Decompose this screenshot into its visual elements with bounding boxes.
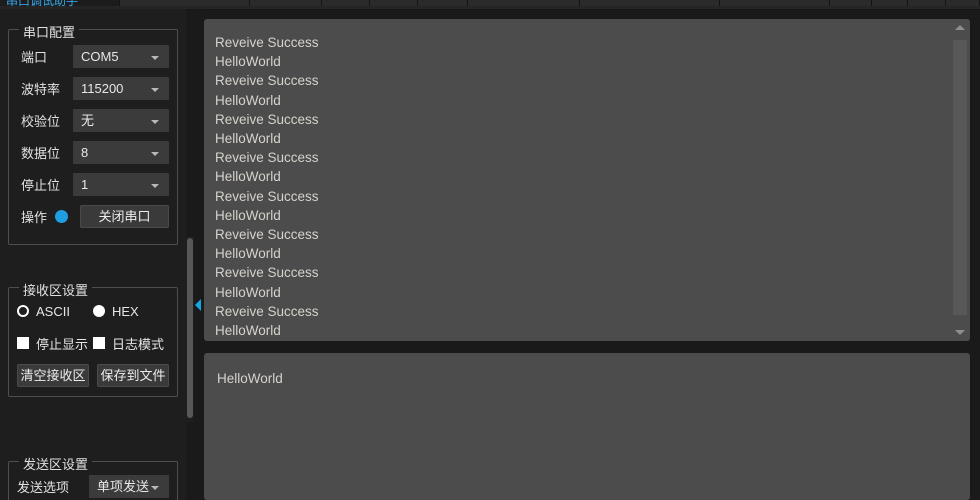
send-option-row: 发送选项 单项发送 <box>17 474 169 498</box>
scroll-down-arrow-icon[interactable] <box>955 330 965 335</box>
baudrate-value: 115200 <box>81 80 124 96</box>
receive-scrollbar[interactable] <box>950 19 970 341</box>
baudrate-label: 波特率 <box>21 81 61 97</box>
sidebar-scrollbar-thumb[interactable] <box>187 238 193 418</box>
receive-settings-title: 接收区设置 <box>19 280 93 299</box>
port-row: 端口 COM5 <box>17 44 169 68</box>
databits-value: 8 <box>81 144 89 160</box>
checkbox-stop-display-label: 停止显示 <box>36 336 89 352</box>
tab-item-3[interactable] <box>250 0 322 6</box>
tab-item-8[interactable] <box>580 0 720 6</box>
scroll-up-arrow-icon[interactable] <box>955 25 965 30</box>
operation-label: 操作 <box>21 209 48 225</box>
receive-settings-group: 接收区设置 ASCII HEX 停止显示 日志模式 清空接收区 保存到文件 <box>8 280 178 397</box>
checkbox-log-mode[interactable]: 日志模式 <box>93 334 169 353</box>
connection-status-indicator-icon <box>55 209 68 223</box>
baudrate-row: 波特率 115200 <box>17 76 169 100</box>
send-option-value: 单项发送 <box>97 478 150 494</box>
tab-item-13[interactable] <box>946 0 980 6</box>
tab-serial-assistant[interactable]: 串口调试助手 <box>0 0 120 6</box>
port-value: COM5 <box>81 48 119 64</box>
chevron-down-icon <box>151 119 159 124</box>
baudrate-select[interactable]: 115200 <box>73 76 169 100</box>
panel-splitter[interactable] <box>194 9 202 500</box>
send-textarea[interactable]: HelloWorld <box>204 353 970 388</box>
tab-item-4[interactable] <box>322 0 370 6</box>
radio-hex[interactable]: HEX <box>93 304 169 319</box>
parity-select[interactable]: 无 <box>73 108 169 132</box>
parity-label: 校验位 <box>21 113 61 129</box>
receive-checkbox-row: 停止显示 日志模式 <box>17 332 169 354</box>
radio-hex-label: HEX <box>112 303 139 319</box>
serial-config-title: 串口配置 <box>19 22 80 41</box>
serial-config-group: 串口配置 端口 COM5 波特率 115200 校验位 无 数据位 8 停止位 … <box>8 22 178 245</box>
parity-row: 校验位 无 <box>17 108 169 132</box>
tab-item-7[interactable] <box>468 0 580 6</box>
stopbits-row: 停止位 1 <box>17 172 169 196</box>
tab-item-5[interactable] <box>370 0 418 6</box>
tab-item-10[interactable] <box>830 0 872 6</box>
receive-textarea[interactable]: Reveive Success HelloWorld Reveive Succe… <box>204 19 944 341</box>
send-option-select[interactable]: 单项发送 <box>89 474 169 498</box>
tab-item-6[interactable] <box>418 0 468 6</box>
splitter-collapse-arrow-icon[interactable] <box>195 299 201 311</box>
databits-label: 数据位 <box>21 145 61 161</box>
chevron-down-icon <box>151 183 159 188</box>
databits-row: 数据位 8 <box>17 140 169 164</box>
sidebar-scrollbar[interactable] <box>186 236 194 422</box>
stopbits-label: 停止位 <box>21 177 61 193</box>
radio-ascii[interactable]: ASCII <box>17 304 93 319</box>
checkbox-log-mode-label: 日志模式 <box>112 336 165 352</box>
send-settings-group: 发送区设置 发送选项 单项发送 <box>8 454 178 500</box>
chevron-down-icon <box>151 485 159 490</box>
stopbits-select[interactable]: 1 <box>73 172 169 196</box>
radio-selected-icon <box>17 305 29 317</box>
receive-format-row: ASCII HEX <box>17 300 169 322</box>
save-to-file-button[interactable]: 保存到文件 <box>97 364 169 387</box>
parity-value: 无 <box>81 112 95 128</box>
clear-receive-button[interactable]: 清空接收区 <box>17 364 89 387</box>
tab-item-11[interactable] <box>872 0 908 6</box>
checkbox-icon <box>17 337 29 349</box>
tab-item-2[interactable] <box>120 0 250 6</box>
checkbox-icon <box>93 337 105 349</box>
receive-scrollbar-thumb[interactable] <box>953 40 967 315</box>
radio-unselected-icon <box>93 305 105 317</box>
send-option-label: 发送选项 <box>17 479 70 495</box>
databits-select[interactable]: 8 <box>73 140 169 164</box>
operation-row: 操作 关闭串口 <box>17 204 169 228</box>
tab-item-9[interactable] <box>720 0 830 6</box>
chevron-down-icon <box>151 87 159 92</box>
tab-item-12[interactable] <box>908 0 946 6</box>
stopbits-value: 1 <box>81 176 89 192</box>
send-area-panel: HelloWorld <box>204 353 970 500</box>
settings-sidebar: 串口配置 端口 COM5 波特率 115200 校验位 无 数据位 8 停止位 … <box>0 9 186 500</box>
chevron-down-icon <box>151 151 159 156</box>
checkbox-stop-display[interactable]: 停止显示 <box>17 334 93 353</box>
receive-area-panel: Reveive Success HelloWorld Reveive Succe… <box>204 19 970 341</box>
radio-ascii-label: ASCII <box>36 303 70 319</box>
chevron-down-icon <box>151 55 159 60</box>
port-label: 端口 <box>21 49 48 65</box>
send-settings-title: 发送区设置 <box>19 454 93 473</box>
receive-buttons-row: 清空接收区 保存到文件 <box>17 364 169 387</box>
tab-label: 串口调试助手 <box>6 0 78 6</box>
port-select[interactable]: COM5 <box>73 44 169 68</box>
close-port-button[interactable]: 关闭串口 <box>80 204 169 228</box>
